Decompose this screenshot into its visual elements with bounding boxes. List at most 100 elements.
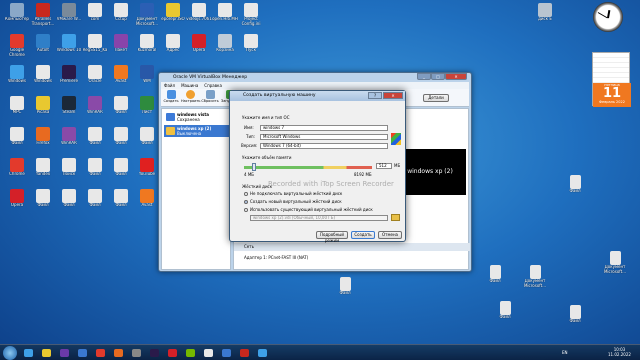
vbox-minimize-button[interactable]: _: [417, 73, 431, 80]
app-icon: [192, 34, 206, 48]
app-icon: [218, 3, 232, 17]
desktop-icon-disk[interactable]: диск E: [530, 2, 560, 32]
file-icon: [569, 305, 581, 319]
app-icon: [114, 65, 128, 79]
clock-minute-hand: [597, 12, 608, 19]
taskbar-app-icon[interactable]: [24, 349, 33, 357]
vm-item-vista[interactable]: windows vista Сохранена: [164, 111, 229, 123]
app-icon: [114, 158, 128, 172]
app-icon: [36, 65, 50, 79]
app-icon: [114, 34, 128, 48]
taskbar-app-icon[interactable]: [240, 349, 249, 357]
type-select[interactable]: Microsoft Windows: [260, 134, 388, 140]
calendar-gadget: пятница 11 Февраль 2022: [592, 52, 631, 107]
disk-option-existing-radio[interactable]: [244, 208, 248, 212]
version-select[interactable]: Windows 7 (64-bit): [260, 143, 388, 149]
dialog-help-button[interactable]: ?: [368, 92, 382, 99]
desktop-icon[interactable]: Файл: [330, 276, 360, 306]
tray-clock[interactable]: 10:03 11.02.2022: [608, 347, 631, 357]
disk-option-none-radio[interactable]: [244, 192, 248, 196]
app-icon: [244, 34, 258, 48]
desktop-icon[interactable]: Файл: [560, 174, 590, 204]
discard-button[interactable]: Сбросить: [201, 90, 219, 103]
menu-help[interactable]: Справка: [204, 82, 222, 89]
app-icon: [88, 96, 102, 110]
desktop-icon-label: Документ Microsoft...: [603, 265, 627, 274]
app-icon: [10, 3, 24, 17]
disk-option-create[interactable]: Создать новый виртуальный жёсткий диск: [250, 199, 342, 204]
app-icon: [88, 189, 102, 203]
desktop-icon[interactable]: Пуск: [236, 33, 266, 63]
taskbar-app-icon[interactable]: [186, 349, 195, 357]
create-vm-dialog[interactable]: Создать виртуальную машину ? ✕ Укажите и…: [229, 90, 406, 243]
create-button[interactable]: Создать: [163, 90, 179, 103]
version-label: Версия:: [241, 143, 258, 148]
vbox-maximize-button[interactable]: □: [431, 73, 445, 80]
app-icon: [10, 189, 24, 203]
app-icon: [62, 3, 76, 17]
app-icon: [62, 96, 76, 110]
app-icon: [140, 34, 154, 48]
desktop-icon[interactable]: Документ Microsoft...: [520, 264, 550, 294]
app-icon: [140, 65, 154, 79]
calendar-mini-grid: [593, 53, 629, 83]
cancel-button[interactable]: Отмена: [378, 231, 402, 239]
taskbar-app-icon[interactable]: [114, 349, 123, 357]
disk-option-existing[interactable]: Использовать существующий виртуальный жё…: [250, 207, 373, 212]
taskbar-app-icon[interactable]: [42, 349, 51, 357]
details-button[interactable]: Детали: [423, 94, 449, 102]
adapter-line: Адаптер 1: PCnet-FAST III (NAT): [244, 255, 309, 260]
menu-machine[interactable]: Машина: [181, 82, 198, 89]
app-icon: [10, 127, 24, 141]
desktop-icon[interactable]: Файл: [480, 264, 510, 294]
menu-file[interactable]: Файл: [164, 82, 175, 89]
folder-icon[interactable]: [391, 214, 400, 221]
taskbar-app-icon[interactable]: [258, 349, 267, 357]
memory-slider-thumb[interactable]: [251, 163, 256, 171]
desktop-icon-label: Файл: [339, 291, 351, 295]
app-icon: [36, 158, 50, 172]
app-icon: [140, 127, 154, 141]
taskbar-app-icon[interactable]: [204, 349, 213, 357]
desktop-icon-label: Файл: [499, 315, 511, 319]
dialog-close-button[interactable]: ✕: [383, 92, 403, 99]
gear-icon: [185, 90, 195, 99]
disk-icon: [538, 3, 552, 17]
app-icon: [88, 34, 102, 48]
taskbar-app-icon[interactable]: [132, 349, 141, 357]
create-vm-button[interactable]: Создать: [351, 231, 375, 239]
taskbar-app-icon[interactable]: [78, 349, 87, 357]
existing-disk-select[interactable]: windows xp (2).vdi (Обычный, 10,00 ГБ): [250, 215, 388, 221]
calendar-month: Февраль 2022: [599, 100, 625, 104]
desktop-icon[interactable]: Документ Microsoft...: [600, 250, 630, 280]
taskbar-app-icon[interactable]: [60, 349, 69, 357]
desktop-icon[interactable]: Файл: [490, 300, 520, 330]
taskbar-app-icon[interactable]: [96, 349, 105, 357]
name-input[interactable]: windows 7: [260, 125, 388, 131]
taskbar-app-icon[interactable]: [150, 349, 159, 357]
vbox-close-button[interactable]: ✕: [445, 73, 467, 80]
app-icon: [192, 3, 206, 17]
name-section-title: Укажите имя и тип ОС: [242, 115, 290, 120]
app-icon: [62, 158, 76, 172]
vm-item-xp[interactable]: windows xp (2) Выключена: [164, 125, 229, 137]
app-icon: [36, 96, 50, 110]
desktop-icon[interactable]: Файл: [560, 304, 590, 334]
language-indicator[interactable]: EN: [562, 350, 568, 355]
memory-input[interactable]: 512: [376, 163, 392, 169]
vbox-menubar: Файл Машина Справка: [161, 82, 469, 89]
settings-button[interactable]: Настроить: [181, 90, 200, 103]
windows-vista-icon: [166, 113, 175, 121]
desktop-icon[interactable]: Project Config.ini: [236, 2, 266, 32]
expert-mode-button[interactable]: Подробный режим: [316, 231, 348, 243]
clock-gadget: [593, 2, 623, 32]
file-icon: [609, 251, 621, 265]
network-section-header: Сеть: [234, 243, 470, 251]
taskbar-app-icon[interactable]: [168, 349, 177, 357]
disk-option-none[interactable]: Не подключать виртуальный жёсткий диск: [250, 191, 342, 196]
disk-option-create-radio[interactable]: [244, 200, 248, 204]
taskbar-app-icon[interactable]: [222, 349, 231, 357]
memory-slider-track: [244, 166, 372, 169]
desktop-icon-label: Файл: [489, 279, 501, 283]
start-orb-button[interactable]: [3, 346, 17, 360]
